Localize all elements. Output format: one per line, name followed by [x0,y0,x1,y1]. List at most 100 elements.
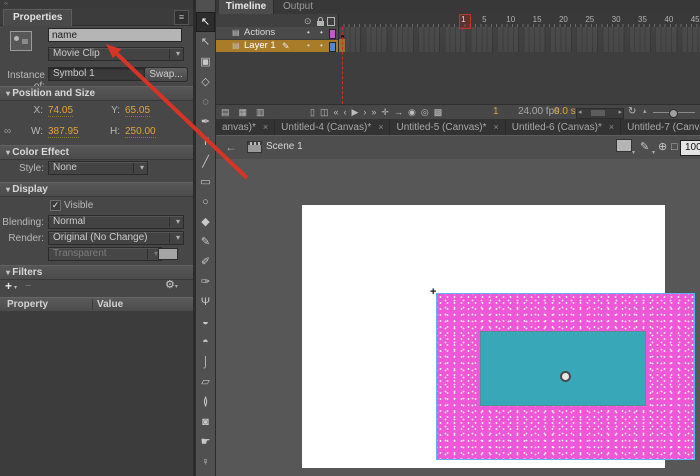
document-tab[interactable]: anvas)*× [216,119,275,135]
outline-all-layers-icon[interactable] [327,17,335,26]
eyedropper-tool[interactable]: ⌡ [196,352,215,372]
step-back-button[interactable]: ‹ [343,105,346,119]
w-value[interactable]: 387.95 [48,126,79,138]
first-frame-button[interactable]: « [333,105,338,119]
layer-outline-color-swatch[interactable] [329,42,336,52]
scroll-left-icon[interactable]: ◂ [578,106,582,120]
layer-name[interactable]: Layer 1 [244,40,276,52]
camera-tool[interactable]: ◙ [196,412,215,432]
new-folder-button[interactable]: ▦ [239,105,248,119]
document-tab[interactable]: Untitled-5 (Canvas)*× [390,119,505,135]
lock-all-layers-icon[interactable] [317,21,324,26]
layer-name[interactable]: Actions [244,27,275,39]
frame-ruler[interactable]: 15101520253035404550556065 [338,14,700,27]
edit-scene-icon[interactable] [616,139,632,152]
pen-tool[interactable]: ✒ [196,112,215,132]
column-property[interactable]: Property [7,298,48,311]
close-tab-icon[interactable]: × [263,122,268,132]
subselection-tool[interactable]: ↖ [196,32,215,52]
panel-menu-icon[interactable]: ≡ [174,10,189,25]
center-stage-icon[interactable]: ⊕ [658,136,667,158]
show-hide-all-layers-icon[interactable]: ⊙ [304,16,312,27]
inner-rectangle-shape[interactable] [480,331,646,406]
insert-keyframe-button[interactable]: ✛ [381,105,389,119]
y-value[interactable]: 65.05 [125,105,150,117]
onion-skin-outlines-button[interactable]: ◎ [421,105,429,119]
last-frame-button[interactable]: » [371,105,376,119]
stage-canvas[interactable]: + [302,205,665,468]
remove-filter-icon[interactable]: − [25,280,31,292]
polystar-tool[interactable]: ◆ [196,212,215,232]
column-divider[interactable] [92,299,93,310]
close-tab-icon[interactable]: × [609,122,614,132]
camera-toggle-button[interactable]: ◫ [320,105,329,119]
stage-zoom-input[interactable]: 100 [680,140,700,156]
frame-rate-indicator[interactable]: 24.00 fps [518,105,559,119]
zoom-out-triangle-icon[interactable]: ▴ [643,105,647,119]
section-color-effect[interactable]: Color Effect [0,145,199,160]
blending-dropdown[interactable]: Normal [48,215,184,229]
scroll-right-icon[interactable]: ▸ [618,106,622,120]
layer-lock-dot[interactable]: • [320,40,323,52]
background-color-swatch[interactable] [158,248,178,260]
lasso-tool[interactable]: ◌ [196,92,215,112]
swap-button[interactable]: Swap... [144,67,188,82]
brush-tool[interactable]: ✐ [196,252,215,272]
stage-pasteboard[interactable]: + [216,159,700,476]
free-transform-tool[interactable]: ▣ [196,52,215,72]
style-dropdown[interactable]: None [48,161,148,175]
gradient-transform-tool[interactable]: ◇ [196,72,215,92]
layer-row-layer-1[interactable]: ▤Layer 1✎•• [216,40,338,53]
tab-properties[interactable]: Properties [3,9,72,26]
zoom-tool[interactable]: ♀ [196,452,215,472]
document-tab[interactable]: Untitled-6 (Canvas)*× [506,119,621,135]
timeline-scrollbar[interactable]: ◂ ▸ [576,108,624,119]
document-tab[interactable]: Untitled-7 (Canvas)*× [621,119,700,135]
back-arrow-icon[interactable]: ← [225,136,237,158]
section-position-and-size[interactable]: Position and Size [0,86,199,101]
extend-frames-button[interactable]: → [394,105,403,119]
layer-visibility-dot[interactable]: • [307,40,310,52]
pencil-tool[interactable]: ✎ [196,232,215,252]
document-tab[interactable]: Untitled-4 (Canvas)*× [275,119,390,135]
eraser-tool[interactable]: ▱ [196,372,215,392]
layer-outline-color-swatch[interactable] [329,29,336,39]
zoom-slider-knob[interactable] [669,109,678,118]
clip-content-icon[interactable]: □ [671,136,678,158]
paint-brush-tool[interactable]: ✑ [196,272,215,292]
tab-output[interactable]: Output [274,0,322,14]
render-dropdown[interactable]: Original (No Change) [48,231,184,245]
bone-tool[interactable]: Ψ [196,292,215,312]
h-value[interactable]: 250.00 [125,126,156,138]
text-tool[interactable]: T [196,132,215,152]
instance-of-field[interactable]: Symbol 1 [48,67,146,81]
collapse-panel-icon[interactable]: ‹‹ [4,1,8,7]
instance-name-input[interactable] [48,28,182,42]
close-tab-icon[interactable]: × [378,122,383,132]
scrollbar-thumb[interactable] [591,110,605,116]
column-value[interactable]: Value [97,298,123,311]
line-tool[interactable]: ╱ [196,152,215,172]
reset-zoom-icon[interactable]: ↻ [628,105,636,119]
edit-symbols-icon[interactable]: ✎ [640,136,649,158]
symbol-type-dropdown[interactable]: Movie Clip [48,47,184,61]
selection-tool[interactable]: ↖ [196,12,215,32]
paint-bucket-tool[interactable]: ◒ [196,312,215,332]
play-button[interactable]: ▶ [351,105,358,119]
section-display[interactable]: Display [0,182,199,197]
scene-name-label[interactable]: Scene 1 [266,136,303,158]
rectangle-tool[interactable]: ▭ [196,172,215,192]
width-tool[interactable]: ≬ [196,392,215,412]
tab-timeline[interactable]: Timeline [219,0,274,14]
onion-skin-button[interactable]: ◉ [408,105,416,119]
transformation-point-icon[interactable] [560,371,571,382]
layer-visibility-dot[interactable]: • [307,27,310,39]
edit-multiple-frames-button[interactable]: ▩ [434,105,443,119]
x-value[interactable]: 74.05 [48,105,73,117]
hand-tool[interactable]: ☛ [196,432,215,452]
delete-layer-button[interactable]: ▥ [256,105,265,119]
new-layer-button[interactable]: ▤ [221,105,230,119]
playhead-line[interactable] [342,27,343,104]
timeline-zoom-slider[interactable] [653,112,695,113]
oval-tool[interactable]: ○ [196,192,215,212]
